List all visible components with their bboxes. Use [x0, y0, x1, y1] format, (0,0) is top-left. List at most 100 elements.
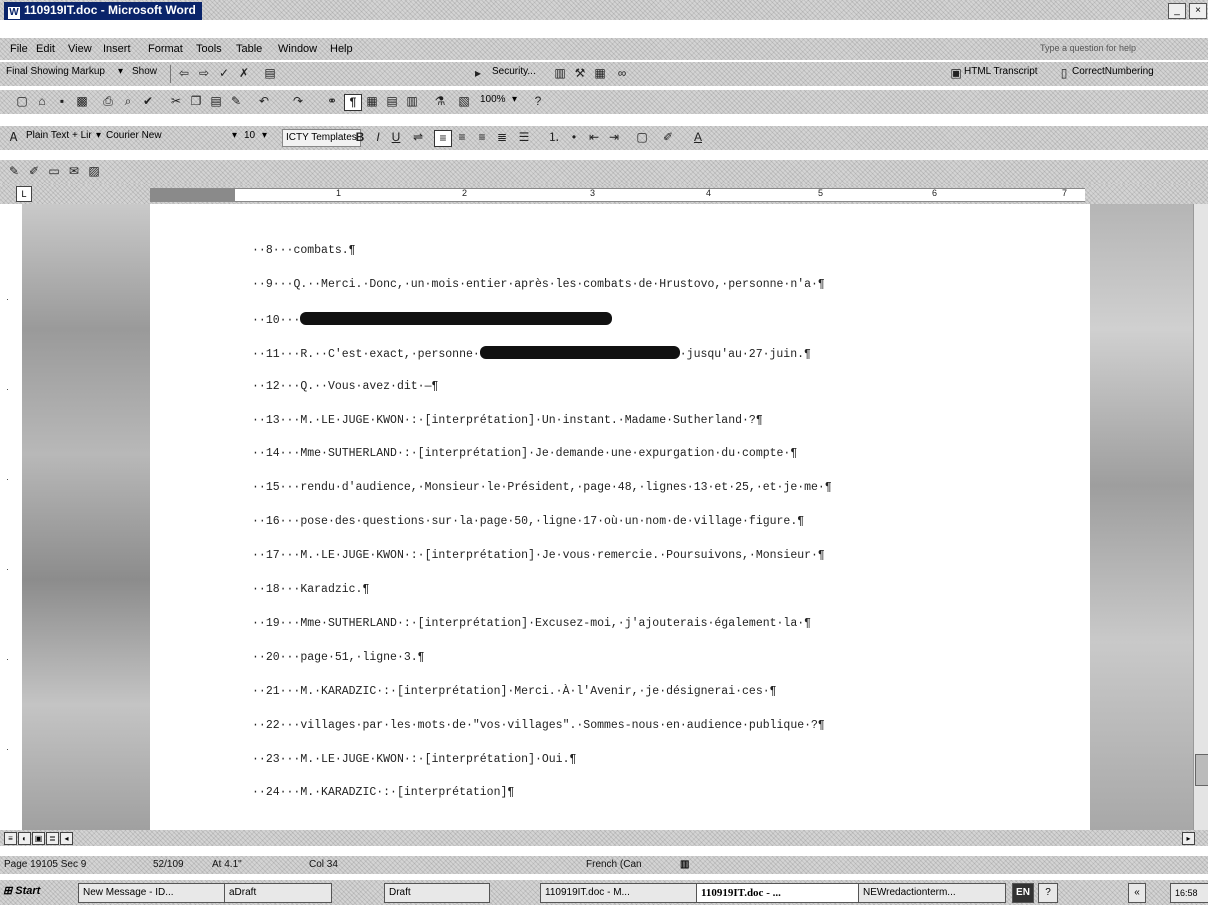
help-search-box[interactable]: Type a question for help	[1040, 43, 1136, 53]
justify-icon[interactable]: ≣	[494, 130, 510, 145]
increase-indent-icon[interactable]: ⇥	[606, 130, 622, 145]
document-map-icon[interactable]: ▧	[456, 94, 472, 109]
border-icon[interactable]: ▢	[634, 130, 650, 145]
tools-icon[interactable]: ⚒	[572, 66, 588, 81]
bold-icon[interactable]: B	[352, 130, 368, 145]
font-dropdown-arrow[interactable]: ▾	[232, 130, 237, 141]
ruler-track[interactable]	[150, 188, 1085, 202]
track-icon[interactable]: ✎	[6, 164, 22, 179]
menu-insert[interactable]: Insert	[103, 43, 131, 55]
cut-icon[interactable]: ✂	[168, 94, 184, 109]
menu-window[interactable]: Window	[278, 43, 317, 55]
underline-icon[interactable]: U	[388, 130, 404, 145]
insert-chart-icon[interactable]: ▦	[592, 66, 608, 81]
normal-view-icon[interactable]: ≡	[4, 832, 17, 845]
menu-tools[interactable]: Tools	[196, 43, 222, 55]
previous-change-icon[interactable]: ⇦	[176, 66, 192, 81]
insert-table-icon[interactable]: ▤	[384, 94, 400, 109]
task-new-message[interactable]: New Message - ID...	[78, 883, 228, 903]
security-button[interactable]: Security...	[492, 66, 536, 77]
drawing-icon[interactable]: ⚗	[432, 94, 448, 109]
task-adraft[interactable]: aDraft	[224, 883, 332, 903]
print-icon[interactable]: ⎙	[100, 94, 116, 109]
font-size-dropdown-arrow[interactable]: ▾	[262, 130, 267, 141]
copy-icon[interactable]: ❐	[188, 94, 204, 109]
show-hide-paragraph-icon[interactable]: ¶	[344, 94, 362, 111]
line-spacing-icon[interactable]: ☰	[516, 130, 532, 145]
show-markup-dropdown-arrow[interactable]: ▾	[118, 66, 123, 77]
font-color-icon[interactable]: A	[690, 130, 706, 145]
styles-pane-icon[interactable]: Ꭺ	[6, 130, 22, 145]
align-right-icon[interactable]: ≡	[474, 130, 490, 145]
style-dropdown[interactable]: Plain Text + Lir	[26, 130, 92, 141]
left-margin-marker[interactable]	[150, 188, 235, 202]
menu-edit[interactable]: Edit	[36, 43, 55, 55]
scrollbar-thumb[interactable]	[1195, 754, 1208, 786]
play-icon[interactable]: ▸	[470, 66, 486, 81]
menu-view[interactable]: View	[68, 43, 92, 55]
new-document-icon[interactable]: ▢	[14, 94, 30, 109]
hyperlink-icon[interactable]: ⚭	[324, 94, 340, 109]
undo-icon[interactable]: ↶	[256, 94, 272, 109]
next-change-icon[interactable]: ⇨	[196, 66, 212, 81]
task-draft[interactable]: Draft	[384, 883, 490, 903]
vertical-scrollbar[interactable]	[1193, 204, 1208, 830]
reject-change-icon[interactable]: ✗	[236, 66, 252, 81]
menu-table[interactable]: Table	[236, 43, 262, 55]
style-dropdown-arrow[interactable]: ▾	[96, 130, 101, 141]
align-left-icon[interactable]: ≡	[434, 130, 452, 147]
task-word-doc-1[interactable]: 110919IT.doc - M...	[540, 883, 700, 903]
review-icon[interactable]: ▨	[86, 164, 102, 179]
menu-format[interactable]: Format	[148, 43, 183, 55]
tab-selector[interactable]: L	[16, 186, 32, 202]
chart-icon[interactable]: ▥	[552, 66, 568, 81]
comment-icon[interactable]: ▤	[262, 66, 278, 81]
highlight-icon[interactable]: ✐	[660, 130, 676, 145]
help-icon[interactable]: ?	[530, 94, 546, 109]
web-view-icon[interactable]: ◐	[18, 832, 31, 845]
decrease-indent-icon[interactable]: ⇤	[586, 130, 602, 145]
task-word-doc-2[interactable]: 110919IT.doc - ...	[696, 883, 862, 903]
tables-borders-icon[interactable]: ▦	[364, 94, 380, 109]
font-size-dropdown[interactable]: 10	[244, 130, 255, 141]
print-layout-icon[interactable]: ▣	[32, 832, 45, 845]
language-indicator[interactable]: EN	[1012, 883, 1034, 903]
zoom-dropdown-arrow[interactable]: ▾	[512, 94, 517, 105]
format-painter-icon[interactable]: ✎	[228, 94, 244, 109]
permission-icon[interactable]: ▩	[74, 94, 90, 109]
menu-help[interactable]: Help	[330, 43, 353, 55]
tray-icon[interactable]: ?	[1038, 883, 1058, 903]
strikethrough-icon[interactable]: ⇌	[410, 130, 426, 145]
task-newredaction[interactable]: NEWredactionterm...	[858, 883, 1006, 903]
outline-view-icon[interactable]: ≣	[46, 832, 59, 845]
show-hidden-icons[interactable]: «	[1128, 883, 1146, 903]
print-preview-icon[interactable]: ⌕	[120, 94, 136, 109]
spelling-icon[interactable]: ✔	[140, 94, 156, 109]
show-button[interactable]: Show	[132, 66, 157, 77]
html-transcript-button[interactable]: HTML Transcript	[964, 66, 1038, 77]
open-icon[interactable]: ⌂	[34, 94, 50, 109]
display-mode-dropdown[interactable]: Final Showing Markup	[6, 66, 105, 77]
icty-templates-button[interactable]: ICTY Templates	[282, 129, 361, 147]
paste-icon[interactable]: ▤	[208, 94, 224, 109]
insert-icon[interactable]: ✐	[26, 164, 42, 179]
envelope-icon[interactable]: ✉	[66, 164, 82, 179]
close-button[interactable]: ×	[1189, 3, 1207, 19]
zoom-dropdown[interactable]: 100%	[480, 94, 506, 105]
scroll-right-icon[interactable]: ▸	[1182, 832, 1195, 845]
accept-change-icon[interactable]: ✓	[216, 66, 232, 81]
reading-view-icon[interactable]: ◂	[60, 832, 73, 845]
menu-file[interactable]: File	[10, 43, 28, 55]
numbering-list-icon[interactable]: ⒈	[546, 130, 562, 145]
save-icon[interactable]: ▪	[54, 94, 70, 109]
start-button[interactable]: ⊞ Start	[3, 884, 40, 897]
align-center-icon[interactable]: ≡	[454, 130, 470, 145]
italic-icon[interactable]: I	[370, 130, 386, 145]
columns-icon[interactable]: ▥	[404, 94, 420, 109]
minimize-button[interactable]: _	[1168, 3, 1186, 19]
glasses-icon[interactable]: ∞	[614, 66, 630, 81]
mark-icon[interactable]: ▭	[46, 164, 62, 179]
bullets-icon[interactable]: •	[566, 130, 582, 145]
correct-numbering-button[interactable]: CorrectNumbering	[1072, 66, 1154, 77]
redo-icon[interactable]: ↷	[290, 94, 306, 109]
